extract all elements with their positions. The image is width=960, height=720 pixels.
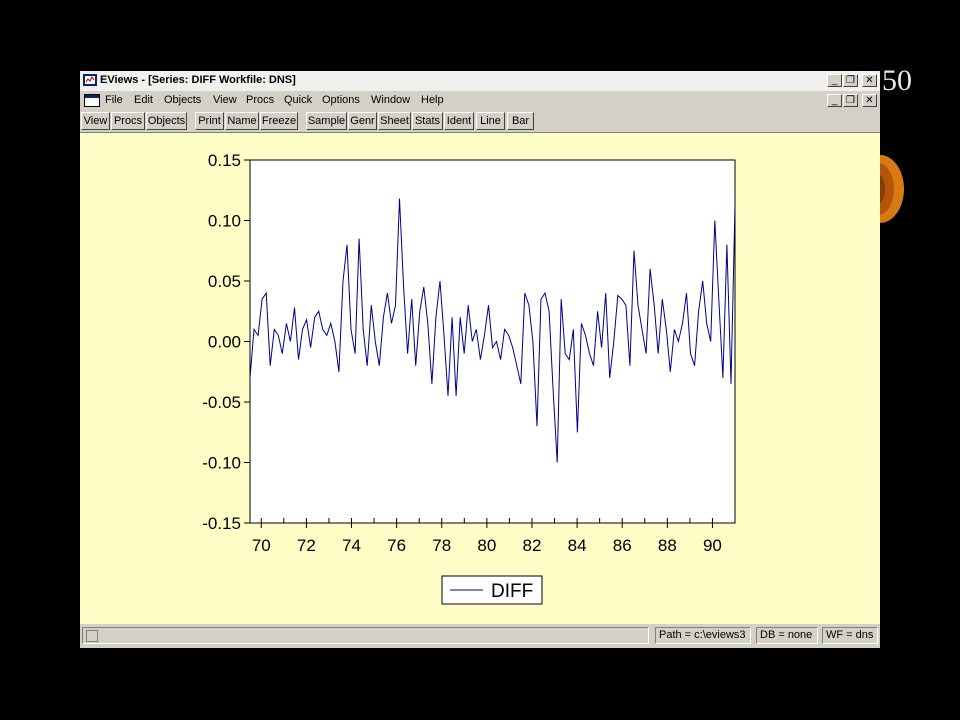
stats-button[interactable]: Stats (412, 112, 443, 130)
menu-procs[interactable]: Procs (246, 94, 274, 106)
menu-help[interactable]: Help (421, 94, 444, 106)
doc-restore-button[interactable]: ❐ (843, 94, 858, 107)
eviews-app-icon (83, 74, 97, 86)
menu-edit[interactable]: Edit (134, 94, 153, 106)
document-system-icon[interactable] (84, 94, 100, 107)
legend-label-diff: DIFF (491, 581, 533, 602)
doc-minimize-button[interactable]: _ (827, 94, 842, 107)
close-button[interactable]: ✕ (862, 74, 877, 87)
sample-button[interactable]: Sample (306, 112, 347, 130)
status-checkbox-icon (86, 630, 98, 642)
y-tick-label: -0.15 (202, 514, 241, 533)
x-tick-label: 72 (297, 536, 316, 555)
graph-view-area: 0.15 0.10 0.05 0.00 -0.05 -0.10 -0.15 70 72 74 76… (80, 133, 880, 624)
y-tick-label: 0.00 (208, 333, 241, 352)
legend: DIFF (441, 575, 543, 605)
genr-button[interactable]: Genr (348, 112, 377, 130)
slide-number: 50 (882, 64, 912, 97)
window-title: EViews - [Series: DIFF Workfile: DNS] (100, 74, 296, 86)
name-button[interactable]: Name (225, 112, 259, 130)
status-path: Path = c:\eviews3 (655, 627, 751, 644)
y-tick-label: -0.05 (202, 393, 241, 412)
menu-bar: File Edit Objects View Procs Quick Optio… (80, 91, 880, 110)
line-button[interactable]: Line (476, 112, 505, 130)
doc-close-button[interactable]: ✕ (862, 94, 877, 107)
freeze-button[interactable]: Freeze (260, 112, 298, 130)
menu-quick[interactable]: Quick (284, 94, 312, 106)
y-tick-label: -0.10 (202, 454, 241, 473)
series-toolbar: View Procs Objects Print Name Freeze Sam… (80, 111, 880, 133)
print-button[interactable]: Print (195, 112, 224, 130)
menu-file[interactable]: File (105, 94, 123, 106)
x-tick-label: 88 (658, 536, 677, 555)
status-db: DB = none (756, 627, 818, 644)
x-tick-label: 74 (342, 536, 361, 555)
status-bar: Path = c:\eviews3 DB = none WF = dns (80, 624, 880, 648)
bar-button[interactable]: Bar (507, 112, 534, 130)
eviews-window: EViews - [Series: DIFF Workfile: DNS] _ … (80, 71, 880, 648)
x-tick-label: 70 (252, 536, 271, 555)
x-tick-label: 80 (477, 536, 496, 555)
menu-objects[interactable]: Objects (164, 94, 201, 106)
minimize-button[interactable]: _ (827, 74, 842, 87)
ident-button[interactable]: Ident (444, 112, 474, 130)
x-tick-label: 90 (703, 536, 722, 555)
y-tick-label: 0.10 (208, 212, 241, 231)
x-tick-label: 76 (387, 536, 406, 555)
x-tick-label: 84 (568, 536, 587, 555)
objects-button[interactable]: Objects (146, 112, 187, 130)
status-message (82, 627, 649, 644)
menu-window[interactable]: Window (371, 94, 410, 106)
sheet-button[interactable]: Sheet (378, 112, 411, 130)
x-tick-label: 86 (613, 536, 632, 555)
y-tick-label: 0.15 (208, 151, 241, 170)
status-wf: WF = dns (822, 627, 878, 644)
line-chart: 0.15 0.10 0.05 0.00 -0.05 -0.10 -0.15 70 72 74 76… (202, 151, 736, 605)
x-tick-label: 78 (432, 536, 451, 555)
restore-button[interactable]: ❐ (843, 74, 858, 87)
x-tick-label: 82 (523, 536, 542, 555)
menu-options[interactable]: Options (322, 94, 360, 106)
procs-button[interactable]: Procs (111, 112, 145, 130)
y-tick-label: 0.05 (208, 272, 241, 291)
title-bar: EViews - [Series: DIFF Workfile: DNS] _ … (80, 71, 880, 91)
menu-view[interactable]: View (213, 94, 237, 106)
plot-area (249, 159, 736, 524)
view-button[interactable]: View (81, 112, 110, 130)
